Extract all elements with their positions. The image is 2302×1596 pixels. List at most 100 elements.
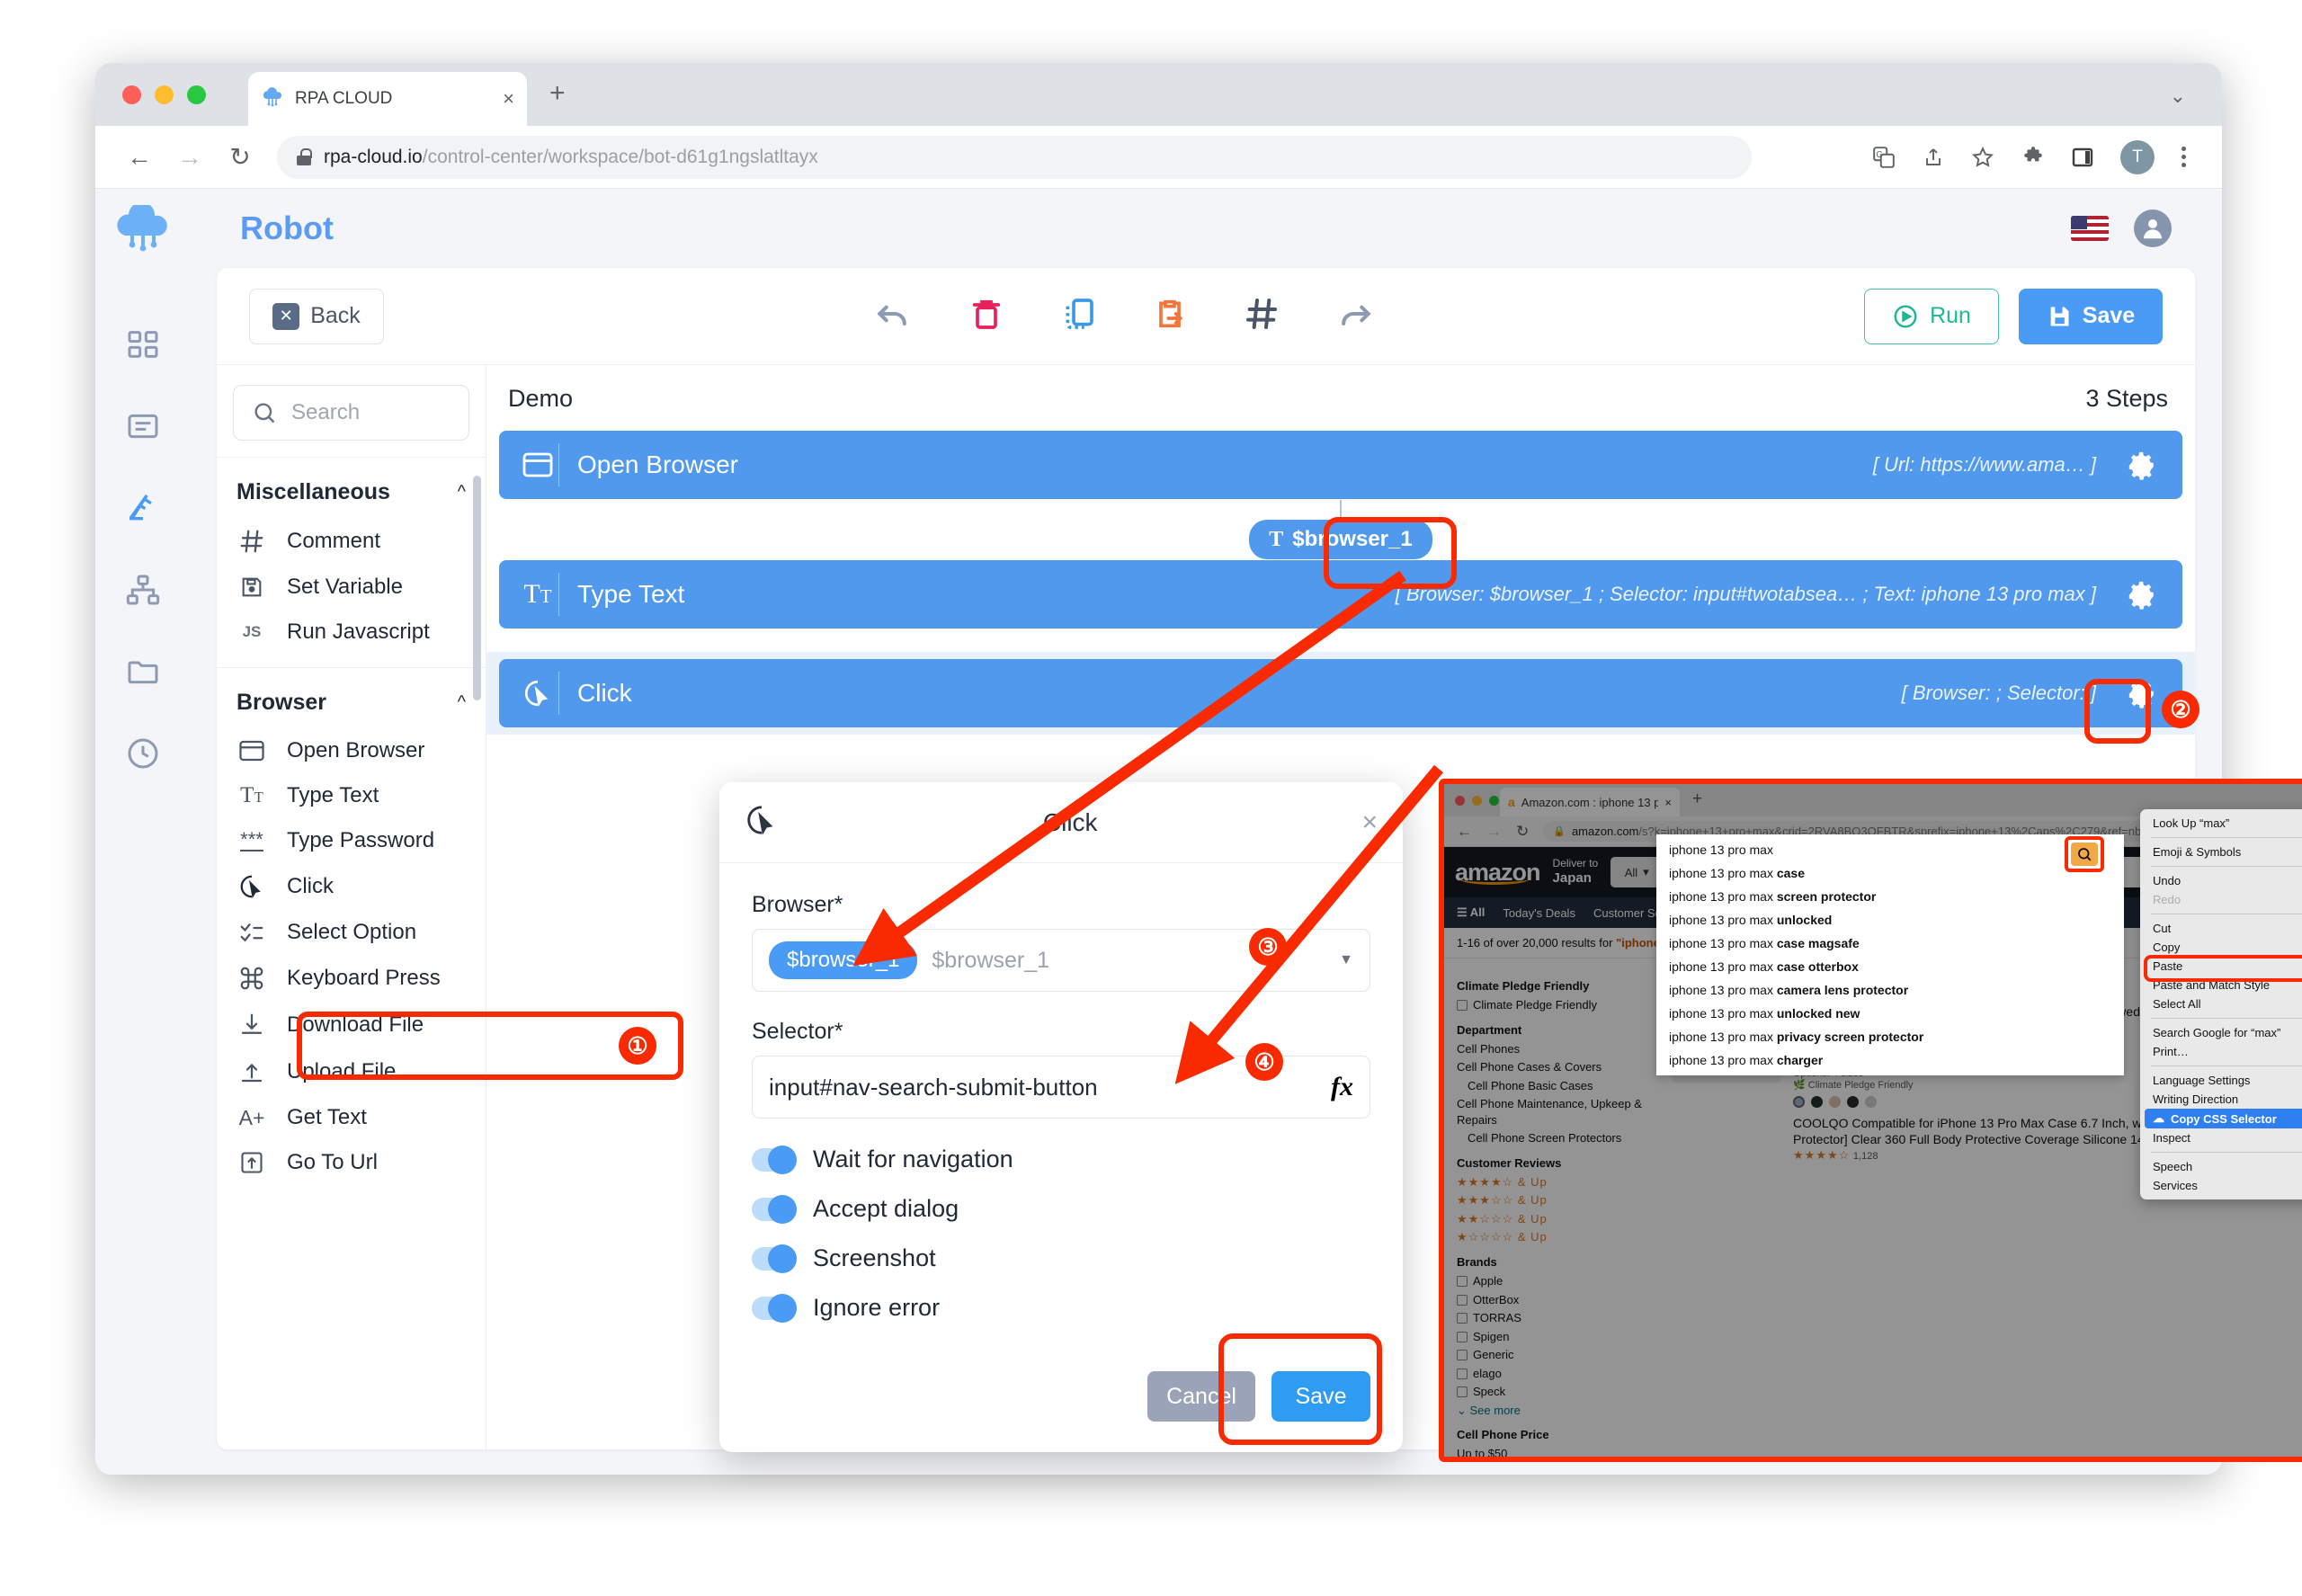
action-item-select-option[interactable]: Select Option: [217, 910, 486, 955]
toggle-switch[interactable]: [752, 1194, 797, 1224]
filter-climate-option[interactable]: Climate Pledge Friendly: [1457, 997, 1647, 1013]
sidebar-item-robot[interactable]: [125, 490, 161, 531]
suggestion-item[interactable]: iphone 13 pro max case: [1656, 861, 2124, 885]
suggestion-item[interactable]: iphone 13 pro max unlocked new: [1656, 1002, 2124, 1025]
step-settings-gear-icon[interactable]: [2118, 441, 2166, 489]
forward-nav-icon[interactable]: →: [176, 143, 203, 172]
subnav-todays-deals[interactable]: Today's Deals: [1503, 906, 1575, 920]
delete-trash-icon[interactable]: [968, 294, 1004, 338]
redo-icon[interactable]: [1335, 294, 1375, 338]
toggle-ignore-error[interactable]: Ignore error: [752, 1293, 1370, 1323]
toggle-switch[interactable]: [752, 1145, 797, 1174]
close-window-button[interactable]: [1455, 796, 1465, 806]
cloud-logo-icon[interactable]: [111, 201, 175, 265]
action-category-list[interactable]: Miscellaneous ^ Comment Set Variable JS …: [217, 457, 486, 1449]
menu-item-copy-css-selector[interactable]: ☁ Copy CSS Selector: [2145, 1109, 2302, 1128]
filter-department[interactable]: Cell Phones: [1457, 1041, 1647, 1057]
toggle-wait-for-navigation[interactable]: Wait for navigation: [752, 1145, 1370, 1174]
menu-item-writing-direction[interactable]: Writing Direction›: [2140, 1090, 2302, 1109]
filter-department[interactable]: Cell Phone Cases & Covers: [1457, 1059, 1647, 1075]
forward-nav-icon[interactable]: →: [1486, 823, 1502, 841]
minimize-window-button[interactable]: [1472, 796, 1482, 806]
profile-avatar[interactable]: T: [2120, 139, 2155, 174]
suggestion-item[interactable]: iphone 13 pro max case magsafe: [1656, 932, 2124, 955]
maximize-window-button[interactable]: [1489, 796, 1499, 806]
window-traffic-lights[interactable]: [122, 85, 206, 104]
amazon-logo[interactable]: amazon: [1455, 859, 1541, 887]
menu-item-speech[interactable]: Speech›: [2140, 1157, 2302, 1176]
new-tab-button[interactable]: +: [549, 80, 566, 107]
browser-tab[interactable]: RPA CLOUD ×: [248, 72, 527, 126]
checkbox[interactable]: [1457, 1386, 1468, 1398]
suggestion-item[interactable]: iphone 13 pro max camera lens protector: [1656, 978, 2124, 1002]
sidebar-item-workflows[interactable]: [125, 572, 161, 612]
swatch[interactable]: [1847, 1096, 1859, 1109]
undo-icon[interactable]: [873, 294, 913, 338]
toggle-switch[interactable]: [752, 1293, 797, 1323]
menu-item-undo[interactable]: Undo: [2140, 871, 2302, 890]
mac-context-menu[interactable]: Look Up “max” Emoji & Symbols Undo Redo …: [2140, 809, 2302, 1199]
hash-icon[interactable]: [1244, 294, 1280, 338]
paste-icon[interactable]: [1152, 294, 1188, 338]
filter-review[interactable]: ★★★☆☆ & Up: [1457, 1192, 1647, 1208]
close-icon[interactable]: ×: [1361, 807, 1378, 838]
save-button[interactable]: Save: [2019, 288, 2163, 344]
back-nav-icon[interactable]: ←: [1457, 823, 1472, 841]
extensions-puzzle-icon[interactable]: [2021, 146, 2045, 169]
new-tab-button[interactable]: +: [1692, 790, 1702, 807]
kebab-menu-icon[interactable]: [2182, 147, 2186, 167]
toggle-switch[interactable]: [752, 1244, 797, 1273]
maximize-window-button[interactable]: [187, 85, 206, 104]
suggestion-item[interactable]: iphone 13 pro max charger: [1656, 1048, 2124, 1072]
filter-department[interactable]: Cell Phone Screen Protectors: [1457, 1130, 1647, 1146]
sidebar-item-dashboard[interactable]: [125, 326, 161, 367]
see-more-link[interactable]: ⌄ See more: [1457, 1403, 1647, 1419]
checkbox[interactable]: [1457, 1294, 1468, 1306]
duplicate-icon[interactable]: [1060, 294, 1096, 338]
reload-icon[interactable]: ↻: [227, 142, 254, 172]
subnav-all[interactable]: ☰ All: [1457, 905, 1485, 920]
action-item-keyboard-press[interactable]: Keyboard Press: [217, 955, 486, 1002]
checkbox[interactable]: [1457, 1000, 1468, 1011]
action-item-set-variable[interactable]: Set Variable: [217, 565, 486, 610]
action-item-comment[interactable]: Comment: [217, 518, 486, 565]
swatch[interactable]: [1829, 1096, 1841, 1109]
bookmark-star-icon[interactable]: [1971, 146, 1994, 169]
checkbox[interactable]: [1457, 1350, 1468, 1361]
chevron-down-icon[interactable]: ▼: [1339, 952, 1353, 968]
tab-close-icon[interactable]: ×: [1664, 796, 1672, 809]
search-category-select[interactable]: All ▾: [1611, 857, 1664, 887]
amazon-search-submit-button[interactable]: [2071, 843, 2098, 866]
filter-brand[interactable]: elago: [1457, 1366, 1647, 1382]
suggestion-item[interactable]: iphone 13 pro max case otterbox: [1656, 955, 2124, 978]
filter-brand[interactable]: Apple: [1457, 1273, 1647, 1289]
sidebar-scrollbar[interactable]: [473, 476, 481, 700]
action-item-get-text[interactable]: A+ Get Text: [217, 1095, 486, 1140]
filter-review[interactable]: ★☆☆☆☆ & Up: [1457, 1229, 1647, 1245]
tab-close-icon[interactable]: ×: [503, 87, 514, 111]
reload-icon[interactable]: ↻: [1516, 823, 1529, 841]
step-settings-gear-icon[interactable]: [2118, 570, 2166, 619]
back-nav-icon[interactable]: ←: [126, 143, 153, 172]
us-flag-icon[interactable]: [2071, 216, 2109, 241]
filter-department[interactable]: Cell Phone Basic Cases: [1457, 1078, 1647, 1094]
checkbox[interactable]: [1457, 1313, 1468, 1324]
checkbox[interactable]: [1457, 1368, 1468, 1379]
back-button[interactable]: ✕ Back: [249, 288, 384, 344]
category-header-miscellaneous[interactable]: Miscellaneous ^: [217, 458, 486, 518]
sidebar-item-history[interactable]: [125, 736, 161, 776]
toggle-screenshot[interactable]: Screenshot: [752, 1244, 1370, 1273]
filter-brand[interactable]: TORRAS: [1457, 1310, 1647, 1326]
menu-item-search-google[interactable]: Search Google for “max”: [2140, 1023, 2302, 1042]
sidebar-item-files[interactable]: [125, 654, 161, 694]
menu-item-language-settings[interactable]: Language Settings: [2140, 1071, 2302, 1090]
toggle-accept-dialog[interactable]: Accept dialog: [752, 1194, 1370, 1224]
action-item-run-javascript[interactable]: JS Run Javascript: [217, 610, 486, 655]
search-suggestions-dropdown[interactable]: iphone 13 pro max iphone 13 pro max case…: [1656, 834, 2124, 1075]
action-item-go-to-url[interactable]: Go To Url: [217, 1140, 486, 1185]
run-button[interactable]: Run: [1864, 288, 1999, 344]
menu-item-cut[interactable]: Cut: [2140, 919, 2302, 938]
translate-icon[interactable]: G: [1872, 146, 1896, 169]
menu-item-copy[interactable]: Copy: [2140, 938, 2302, 957]
browser-variable-chip[interactable]: $browser_1: [769, 941, 918, 979]
